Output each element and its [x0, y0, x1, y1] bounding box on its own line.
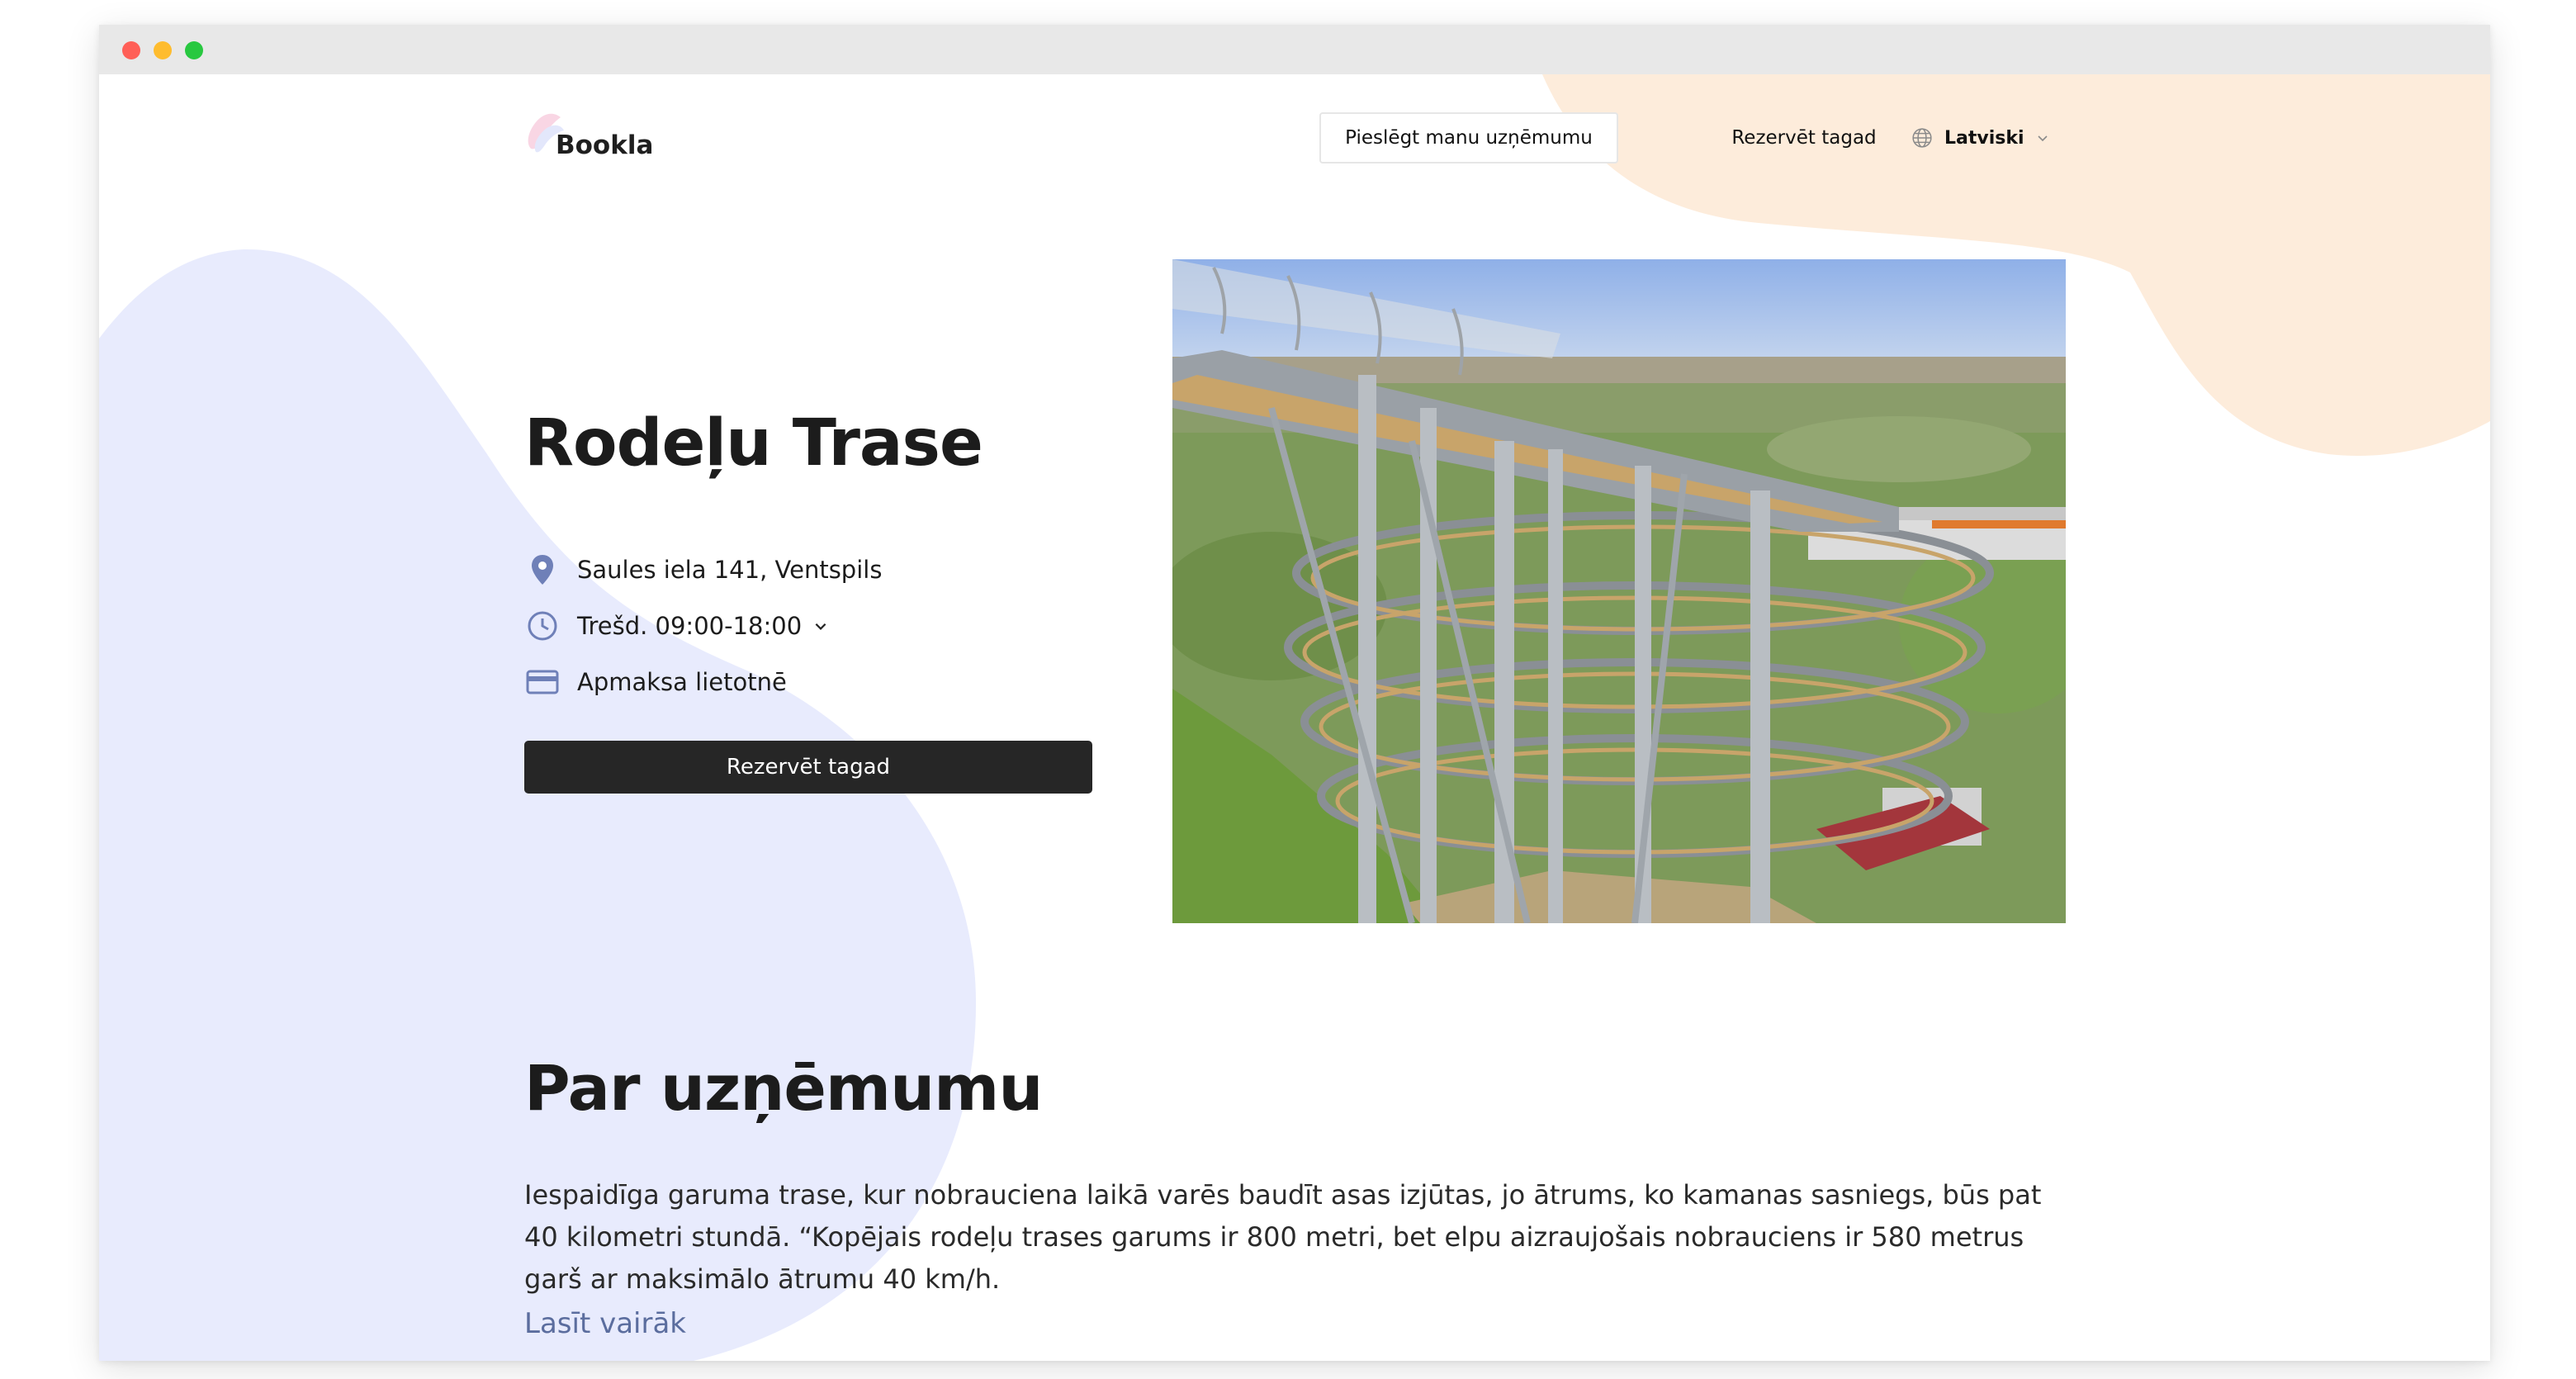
- page-content: Bookla Pieslēgt manu uzņēmumu Rezervēt t…: [99, 74, 2490, 1361]
- close-window-button[interactable]: [122, 41, 140, 59]
- minimize-window-button[interactable]: [154, 41, 172, 59]
- connect-business-button[interactable]: Pieslēgt manu uzņēmumu: [1319, 112, 1618, 163]
- hours-text: Trešd. 09:00-18:00: [577, 612, 803, 640]
- payment-text: Apmaksa lietotnē: [577, 668, 787, 696]
- book-now-nav-link[interactable]: Rezervēt tagad: [1668, 112, 1940, 163]
- location-pin-icon: [524, 552, 561, 588]
- chevron-down-icon: [2037, 135, 2048, 142]
- address-row: Saules iela 141, Ventspils: [524, 552, 882, 588]
- browser-window: Bookla Pieslēgt manu uzņēmumu Rezervēt t…: [99, 25, 2490, 1361]
- about-text: Iespaidīga garuma trase, kur nobrauciena…: [524, 1179, 2042, 1295]
- hours-row[interactable]: Trešd. 09:00-18:00: [524, 608, 828, 644]
- payment-row: Apmaksa lietotnē: [524, 664, 787, 700]
- window-titlebar: [99, 25, 2490, 74]
- logo-text: Bookla: [556, 130, 654, 160]
- address-text: Saules iela 141, Ventspils: [577, 556, 883, 584]
- chevron-down-icon[interactable]: [813, 618, 828, 633]
- venue-photo: [1172, 259, 2066, 923]
- globe-icon: [1912, 128, 1932, 148]
- about-title: Par uzņēmumu: [524, 1051, 1043, 1125]
- credit-card-icon: [524, 664, 561, 700]
- language-label: Latviski: [1944, 127, 2024, 149]
- book-now-button[interactable]: Rezervēt tagad: [524, 741, 1092, 794]
- language-selector[interactable]: Latviski: [1911, 112, 2068, 163]
- clock-icon: [524, 608, 561, 644]
- toboggan-track-image: [1172, 259, 2066, 923]
- read-more-link[interactable]: Lasīt vairāk: [524, 1303, 686, 1345]
- page-title: Rodeļu Trase: [524, 406, 983, 481]
- maximize-window-button[interactable]: [185, 41, 203, 59]
